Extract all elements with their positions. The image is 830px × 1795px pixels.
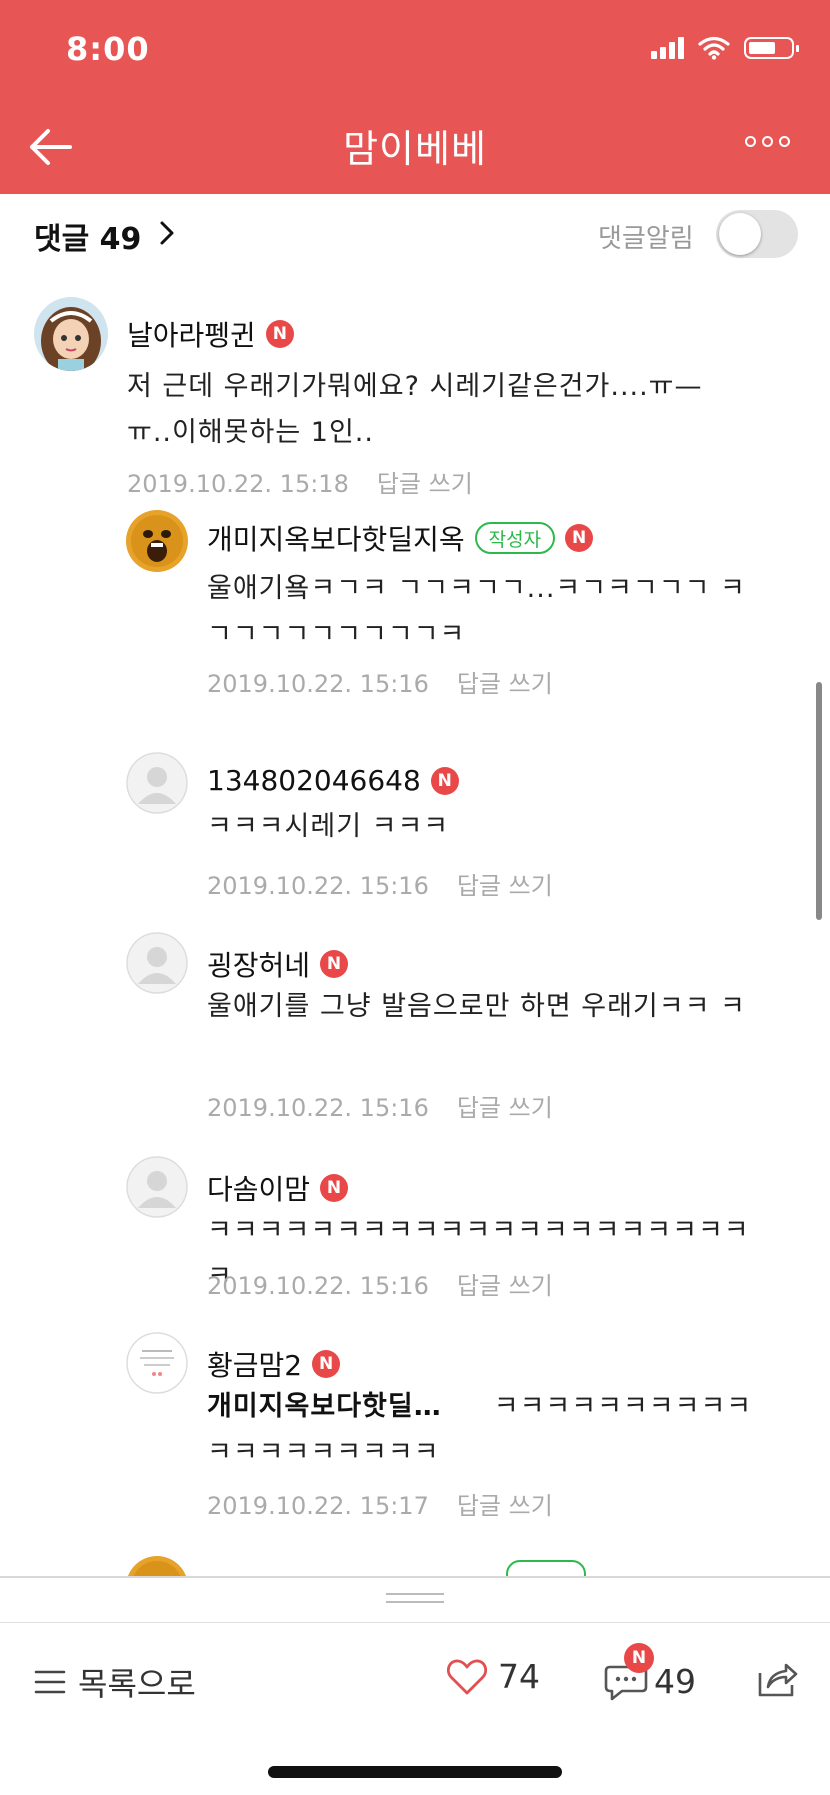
wifi-icon — [698, 36, 730, 60]
new-badge: N — [624, 1643, 654, 1673]
reply-button[interactable]: 답글 쓰기 — [377, 470, 473, 498]
comment-text: 개미지옥보다핫딜… ㅋㅋㅋㅋㅋㅋㅋㅋㅋㅋ ㅋㅋㅋㅋㅋㅋㅋㅋㅋ — [207, 1384, 767, 1476]
comment-button[interactable]: N 49 — [602, 1643, 696, 1705]
menu-icon — [34, 1670, 66, 1694]
comment-text: 울애기를 그냥 발음으로만 하면 우래기ㅋㅋ ㅋ — [207, 991, 746, 1022]
comment-text: 저 근데 우래기가뭐에요? 시레기같은건가....ㅠ— ㅠ..이해못하는 1인.… — [127, 371, 703, 448]
comment-username[interactable]: 굉장허네 — [207, 944, 310, 984]
comment-item: 굉장허네 N 울애기를 그냥 발음으로만 하면 우래기ㅋㅋ ㅋ 2019.10.… — [0, 932, 830, 1122]
comment-alert-toggle[interactable] — [716, 210, 798, 258]
more-options-button[interactable] — [745, 136, 790, 147]
bottom-action-bar: 목록으로 74 N 49 — [0, 1623, 830, 1733]
comment-item: 개미지옥보다핫딜지옥 작성자 N 울애기욬ㅋㄱㅋ ㄱㄱㅋㄱㄱ...ㅋㄱㅋㄱㄱㄱ … — [0, 510, 830, 700]
comment-timestamp: 2019.10.22. 15:16 — [207, 872, 429, 900]
comment-timestamp: 2019.10.22. 15:18 — [127, 470, 349, 498]
chevron-right-icon — [160, 221, 174, 245]
avatar[interactable] — [126, 932, 188, 994]
avatar[interactable] — [34, 297, 108, 371]
heart-icon — [447, 1659, 487, 1694]
comment-timestamp: 2019.10.22. 15:16 — [207, 670, 429, 698]
new-badge: N — [265, 320, 294, 348]
comment-item: 다솜이맘 N ㅋㅋㅋㅋㅋㅋㅋㅋㅋㅋㅋㅋㅋㅋㅋㅋㅋㅋㅋㅋㅋㅋ 2019.10.22… — [0, 1156, 830, 1300]
new-badge: N — [320, 950, 349, 978]
status-icons — [651, 36, 799, 60]
avatar[interactable] — [126, 752, 188, 814]
avatar[interactable] — [126, 1332, 188, 1394]
like-button[interactable]: 74 — [446, 1657, 540, 1696]
reply-button[interactable]: 답글 쓰기 — [457, 1094, 553, 1122]
comment-username[interactable]: 개미지옥보다핫딜지옥 — [207, 518, 465, 558]
scrollbar[interactable] — [816, 682, 822, 920]
like-count: 74 — [498, 1657, 540, 1696]
reply-button[interactable]: 답글 쓰기 — [457, 1272, 553, 1300]
author-badge — [506, 1560, 586, 1576]
comment-username[interactable]: 황금맘2 — [207, 1344, 302, 1384]
comment-username[interactable]: 다솜이맘 — [207, 1168, 310, 1208]
comment-item: 황금맘2 N 개미지옥보다핫딜… ㅋㅋㅋㅋㅋㅋㅋㅋㅋㅋ ㅋㅋㅋㅋㅋㅋㅋㅋㅋ 201… — [0, 1332, 830, 1522]
comment-username[interactable]: 날아라펭귄 — [127, 314, 256, 354]
status-time: 8:00 — [66, 30, 150, 68]
drag-handle[interactable] — [386, 1593, 444, 1605]
comment-timestamp: 2019.10.22. 15:17 — [207, 1492, 429, 1520]
new-badge: N — [312, 1350, 341, 1378]
comment-count-link[interactable]: 댓글 49 — [34, 214, 141, 258]
new-badge: N — [320, 1174, 349, 1202]
comment-count: 49 — [654, 1661, 696, 1701]
battery-icon — [744, 37, 799, 59]
avatar[interactable] — [126, 1156, 188, 1218]
share-icon — [758, 1663, 798, 1697]
reply-button[interactable]: 답글 쓰기 — [457, 872, 553, 900]
comment-text: ㅋㅋㅋ시레기 ㅋㅋㅋ — [207, 811, 450, 842]
comment-item: 134802046648 N ㅋㅋㅋ시레기 ㅋㅋㅋ 2019.10.22. 15… — [0, 752, 830, 900]
avatar[interactable] — [126, 1556, 188, 1576]
page-title: 맘이베베 — [343, 127, 487, 171]
list-label: 목록으로 — [78, 1665, 196, 1703]
comment-username[interactable]: 134802046648 — [207, 764, 421, 797]
comment-text: 울애기욬ㅋㄱㅋ ㄱㄱㅋㄱㄱ...ㅋㄱㅋㄱㄱㄱ ㅋㄱㄱㄱㄱㄱㄱㄱㄱㄱㅋ — [207, 573, 746, 650]
comment-alert-label: 댓글알림 — [598, 224, 694, 254]
app-header: 8:00 맘이베베 — [0, 0, 830, 194]
signal-icon — [651, 37, 684, 59]
reply-button[interactable]: 답글 쓰기 — [457, 670, 553, 698]
divider — [0, 1576, 830, 1578]
comment-item — [0, 1556, 830, 1576]
author-badge: 작성자 — [474, 522, 556, 554]
home-indicator — [268, 1766, 562, 1778]
mention-tag[interactable]: 개미지옥보다핫딜… — [207, 1391, 442, 1422]
reply-button[interactable]: 답글 쓰기 — [457, 1492, 553, 1520]
comment-timestamp: 2019.10.22. 15:16 — [207, 1094, 429, 1122]
comment-item: 날아라펭귄 N 저 근데 우래기가뭐에요? 시레기같은건가....ㅠ— ㅠ..이… — [0, 274, 830, 498]
comment-header: 댓글 49 댓글알림 — [0, 194, 830, 274]
avatar[interactable] — [126, 510, 188, 572]
comment-list: 날아라펭귄 N 저 근데 우래기가뭐에요? 시레기같은건가....ㅠ— ㅠ..이… — [0, 274, 830, 1576]
new-badge: N — [430, 766, 459, 795]
comment-timestamp: 2019.10.22. 15:16 — [207, 1272, 429, 1300]
list-button[interactable]: 목록으로 — [34, 1659, 196, 1705]
new-badge: N — [565, 524, 594, 552]
share-button[interactable] — [756, 1659, 800, 1703]
